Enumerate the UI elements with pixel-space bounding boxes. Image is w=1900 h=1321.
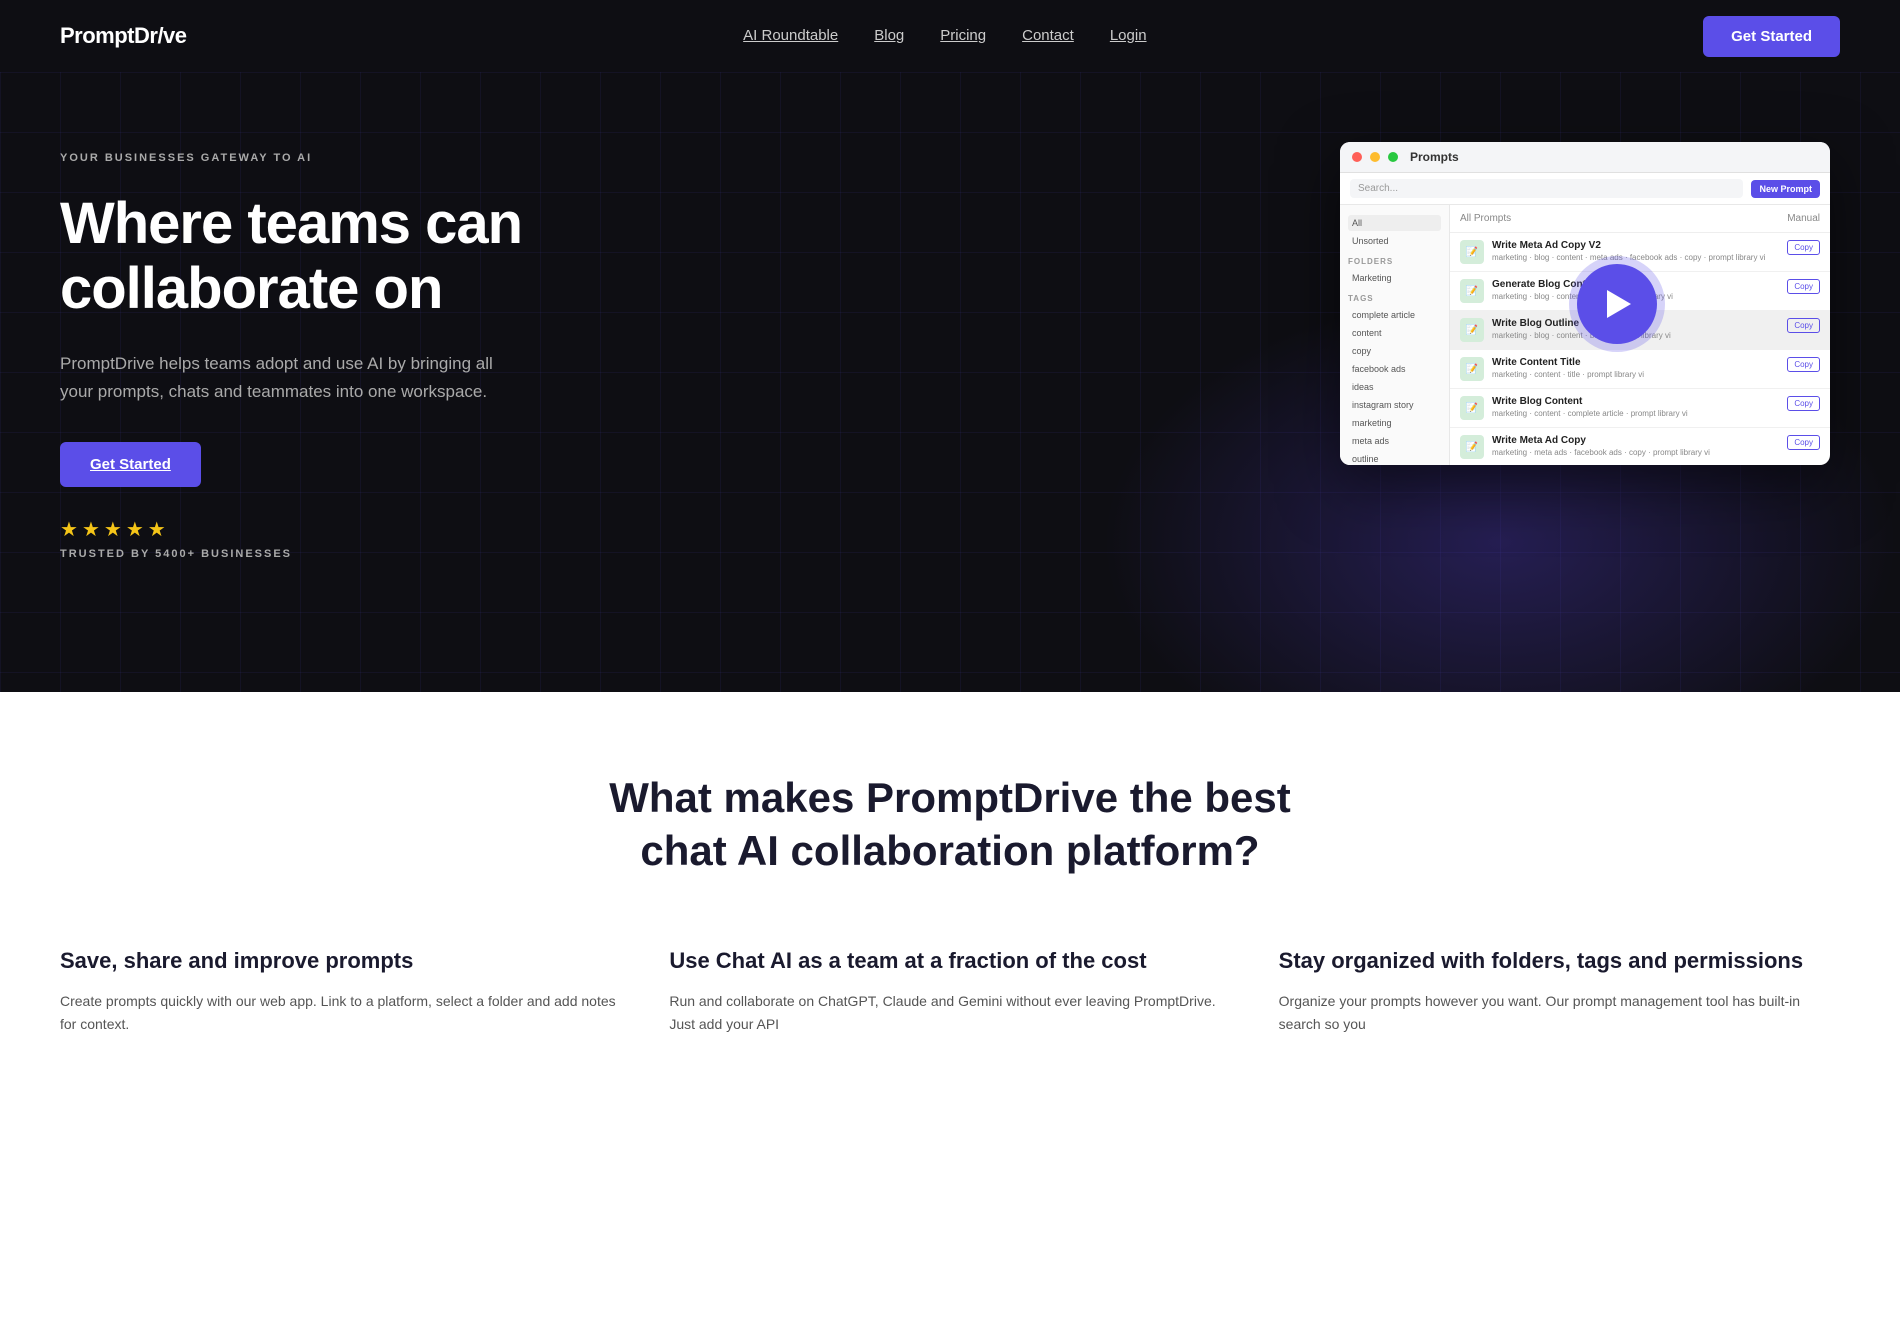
prompt-copy-btn-6[interactable]: Copy xyxy=(1787,435,1820,450)
prompt-title-6: Write Meta Ad Copy xyxy=(1492,435,1779,446)
sidebar-item-facebook-ads[interactable]: facebook ads xyxy=(1348,361,1441,377)
prompt-row-1[interactable]: 📝 Write Meta Ad Copy V2 marketing · blog… xyxy=(1450,233,1830,272)
nav-link-pricing[interactable]: Pricing xyxy=(940,27,986,44)
hero-left: YOUR BUSINESSES GATEWAY TO AI Where team… xyxy=(60,132,580,560)
sidebar-item-meta-ads[interactable]: meta ads xyxy=(1348,433,1441,449)
hero-description: PromptDrive helps teams adopt and use AI… xyxy=(60,350,520,406)
hero-section: YOUR BUSINESSES GATEWAY TO AI Where team… xyxy=(0,72,1900,692)
features-grid: Save, share and improve prompts Create p… xyxy=(60,947,1840,1037)
star-3: ★ xyxy=(104,517,122,542)
nav-cta-button[interactable]: Get Started xyxy=(1703,16,1840,57)
prompt-copy-btn-4[interactable]: Copy xyxy=(1787,357,1820,372)
play-button[interactable] xyxy=(1577,264,1657,344)
app-body: All Unsorted FOLDERS Marketing TAGS comp… xyxy=(1340,205,1830,465)
navbar: PromptDr/ve AI Roundtable Blog Pricing C… xyxy=(0,0,1900,72)
hero-stars: ★ ★ ★ ★ ★ xyxy=(60,517,580,542)
sidebar-item-marketing-tag[interactable]: marketing xyxy=(1348,415,1441,431)
feature-title-2: Use Chat AI as a team at a fraction of t… xyxy=(669,947,1230,976)
prompt-info-1: Write Meta Ad Copy V2 marketing · blog ·… xyxy=(1492,240,1779,262)
feature-col-3: Stay organized with folders, tags and pe… xyxy=(1279,947,1840,1037)
sidebar-item-complete-article[interactable]: complete article xyxy=(1348,307,1441,323)
prompt-tags-5: marketing · content · complete article ·… xyxy=(1492,409,1779,418)
star-2: ★ xyxy=(82,517,100,542)
star-5: ★ xyxy=(148,517,166,542)
app-search[interactable]: Search... xyxy=(1350,179,1743,198)
sidebar-item-instagram-story[interactable]: instagram story xyxy=(1348,397,1441,413)
app-bar: Prompts xyxy=(1340,142,1830,173)
prompt-tags-4: marketing · content · title · prompt lib… xyxy=(1492,370,1779,379)
prompt-copy-btn-3[interactable]: Copy xyxy=(1787,318,1820,333)
sidebar-item-all[interactable]: All xyxy=(1348,215,1441,231)
feature-col-1: Save, share and improve prompts Create p… xyxy=(60,947,621,1037)
hero-eyebrow: YOUR BUSINESSES GATEWAY TO AI xyxy=(60,152,580,164)
sidebar-item-outline[interactable]: outline xyxy=(1348,451,1441,465)
app-sidebar: All Unsorted FOLDERS Marketing TAGS comp… xyxy=(1340,205,1450,465)
prompt-info-5: Write Blog Content marketing · content ·… xyxy=(1492,396,1779,418)
feature-desc-3: Organize your prompts however you want. … xyxy=(1279,990,1840,1038)
prompt-icon-4: 📝 xyxy=(1460,357,1484,381)
nav-link-blog[interactable]: Blog xyxy=(874,27,904,44)
features-title: What makes PromptDrive the best chat AI … xyxy=(600,772,1300,877)
app-new-prompt-button[interactable]: New Prompt xyxy=(1751,180,1820,198)
feature-title-1: Save, share and improve prompts xyxy=(60,947,621,976)
window-close-dot xyxy=(1352,152,1362,162)
feature-desc-2: Run and collaborate on ChatGPT, Claude a… xyxy=(669,990,1230,1038)
prompt-tags-1: marketing · blog · content · meta ads · … xyxy=(1492,253,1779,262)
app-main-header-mode: Manual xyxy=(1787,213,1820,224)
hero-right: Prompts Search... New Prompt All Unsorte… xyxy=(1340,142,1840,465)
prompt-row-5[interactable]: 📝 Write Blog Content marketing · content… xyxy=(1450,389,1830,428)
nav-link-login[interactable]: Login xyxy=(1110,27,1147,44)
features-section: What makes PromptDrive the best chat AI … xyxy=(0,692,1900,1097)
prompt-copy-btn-1[interactable]: Copy xyxy=(1787,240,1820,255)
sidebar-item-ideas[interactable]: ideas xyxy=(1348,379,1441,395)
hero-title: Where teams can collaborate on xyxy=(60,192,580,322)
prompt-row-4[interactable]: 📝 Write Content Title marketing · conten… xyxy=(1450,350,1830,389)
sidebar-section-folders: FOLDERS xyxy=(1348,257,1441,266)
app-main-header-title: All Prompts xyxy=(1460,213,1511,224)
prompt-tags-6: marketing · meta ads · facebook ads · co… xyxy=(1492,448,1779,457)
feature-desc-1: Create prompts quickly with our web app.… xyxy=(60,990,621,1038)
window-maximize-dot xyxy=(1388,152,1398,162)
play-icon xyxy=(1607,290,1631,318)
prompt-copy-btn-2[interactable]: Copy xyxy=(1787,279,1820,294)
hero-trust-label: TRUSTED BY 5400+ BUSINESSES xyxy=(60,548,580,560)
sidebar-section-tags: TAGS xyxy=(1348,294,1441,303)
prompt-info-4: Write Content Title marketing · content … xyxy=(1492,357,1779,379)
sidebar-item-marketing[interactable]: Marketing xyxy=(1348,270,1441,286)
app-toolbar: Search... New Prompt xyxy=(1340,173,1830,205)
nav-links: AI Roundtable Blog Pricing Contact Login xyxy=(743,27,1146,45)
prompt-row-6[interactable]: 📝 Write Meta Ad Copy marketing · meta ad… xyxy=(1450,428,1830,465)
app-bar-title: Prompts xyxy=(1410,150,1459,164)
app-main-header: All Prompts Manual xyxy=(1450,205,1830,233)
prompt-title-1: Write Meta Ad Copy V2 xyxy=(1492,240,1779,251)
prompt-info-6: Write Meta Ad Copy marketing · meta ads … xyxy=(1492,435,1779,457)
star-1: ★ xyxy=(60,517,78,542)
prompt-icon-3: 📝 xyxy=(1460,318,1484,342)
sidebar-item-unsorted[interactable]: Unsorted xyxy=(1348,233,1441,249)
prompt-copy-btn-5[interactable]: Copy xyxy=(1787,396,1820,411)
prompt-title-5: Write Blog Content xyxy=(1492,396,1779,407)
nav-link-ai-roundtable[interactable]: AI Roundtable xyxy=(743,27,838,44)
feature-col-2: Use Chat AI as a team at a fraction of t… xyxy=(669,947,1230,1037)
prompt-icon-6: 📝 xyxy=(1460,435,1484,459)
prompt-title-4: Write Content Title xyxy=(1492,357,1779,368)
nav-link-contact[interactable]: Contact xyxy=(1022,27,1074,44)
hero-cta-button[interactable]: Get Started xyxy=(60,442,201,487)
sidebar-item-content[interactable]: content xyxy=(1348,325,1441,341)
feature-title-3: Stay organized with folders, tags and pe… xyxy=(1279,947,1840,976)
app-screenshot: Prompts Search... New Prompt All Unsorte… xyxy=(1340,142,1830,465)
star-4: ★ xyxy=(126,517,144,542)
site-logo: PromptDr/ve xyxy=(60,23,187,49)
sidebar-item-copy[interactable]: copy xyxy=(1348,343,1441,359)
window-minimize-dot xyxy=(1370,152,1380,162)
prompt-icon-5: 📝 xyxy=(1460,396,1484,420)
prompt-icon-1: 📝 xyxy=(1460,240,1484,264)
prompt-icon-2: 📝 xyxy=(1460,279,1484,303)
